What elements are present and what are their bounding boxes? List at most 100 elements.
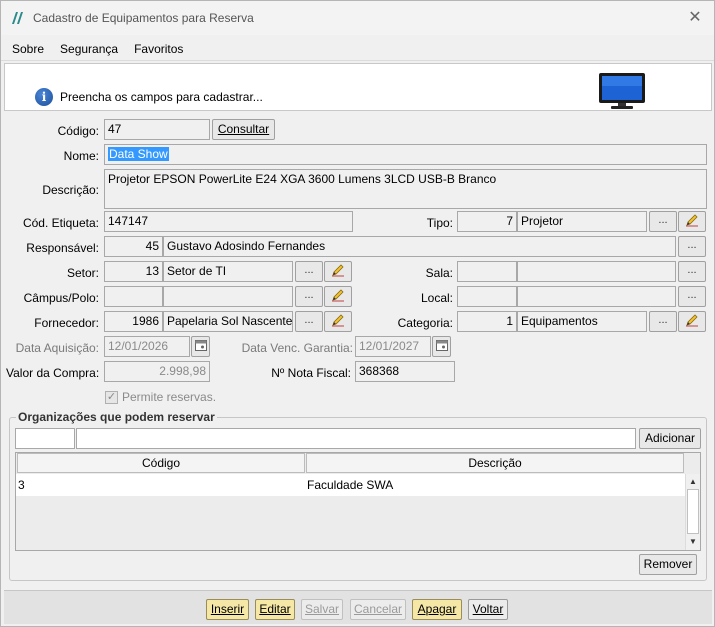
tipo-label: Tipo:	[426, 216, 453, 230]
tipo-search-button[interactable]: ...	[649, 211, 677, 232]
categoria-code-field[interactable]: 1	[457, 311, 517, 332]
categoria-search-button[interactable]: ...	[649, 311, 677, 332]
consultar-label: Consultar	[217, 122, 270, 136]
scroll-down-icon[interactable]: ▼	[688, 537, 698, 547]
inserir-button[interactable]: Inserir	[206, 599, 249, 620]
calendar-icon	[194, 340, 207, 351]
pencil-icon	[332, 264, 344, 277]
voltar-label: Voltar	[472, 602, 504, 616]
adicionar-button[interactable]: Adicionar	[639, 428, 701, 449]
categoria-edit-button[interactable]	[678, 311, 706, 332]
local-search-button[interactable]: ...	[678, 286, 706, 307]
data-aquisicao-field[interactable]: 12/01/2026	[104, 336, 190, 357]
nome-label: Nome:	[63, 149, 99, 163]
row-codigo: 3	[18, 478, 25, 492]
data-aquisicao-label: Data Aquisição:	[15, 341, 99, 355]
pencil-icon	[332, 314, 344, 327]
scroll-thumb[interactable]	[687, 489, 699, 534]
data-aquisicao-calendar-button[interactable]	[191, 336, 210, 357]
categoria-name-field[interactable]: Equipamentos	[517, 311, 647, 332]
tipo-code-field[interactable]: 7	[457, 211, 517, 232]
editar-label: Editar	[259, 602, 291, 616]
menu-sobre[interactable]: Sobre	[12, 42, 44, 56]
nome-field[interactable]: Data Show	[104, 144, 707, 165]
voltar-button[interactable]: Voltar	[468, 599, 508, 620]
pencil-icon	[686, 314, 698, 327]
valor-field[interactable]: 2.998,98	[104, 361, 210, 382]
data-garantia-label: Data Venc. Garantia:	[241, 341, 353, 355]
pencil-icon	[686, 214, 698, 227]
salvar-label: Salvar	[304, 602, 339, 616]
campus-code-field[interactable]	[104, 286, 163, 307]
tipo-name-field[interactable]: Projetor	[517, 211, 647, 232]
column-header-codigo[interactable]: Código	[17, 453, 305, 473]
menu-bar: Sobre Segurança Favoritos	[1, 37, 714, 61]
close-icon[interactable]: ✕	[686, 9, 704, 27]
data-garantia-field[interactable]: 12/01/2027	[355, 336, 431, 357]
salvar-button[interactable]: Salvar	[301, 599, 343, 620]
setor-code-field[interactable]: 13	[104, 261, 163, 282]
etiqueta-label: Cód. Etiqueta:	[22, 216, 99, 230]
menu-favoritos[interactable]: Favoritos	[134, 42, 183, 56]
apagar-label: Apagar	[417, 602, 457, 616]
valor-label: Valor da Compra:	[6, 366, 100, 380]
window-title: Cadastro de Equipamentos para Reserva	[33, 11, 254, 25]
fornecedor-label: Fornecedor:	[34, 316, 99, 330]
responsavel-search-button[interactable]: ...	[678, 236, 706, 257]
setor-edit-button[interactable]	[324, 261, 352, 282]
inserir-label: Inserir	[210, 602, 245, 616]
fornecedor-search-button[interactable]: ...	[295, 311, 323, 332]
table-row[interactable]: 3 Faculdade SWA	[16, 474, 686, 496]
column-header-descricao[interactable]: Descrição	[306, 453, 684, 473]
calendar-icon	[435, 340, 448, 351]
cancelar-button[interactable]: Cancelar	[350, 599, 406, 620]
editar-button[interactable]: Editar	[255, 599, 295, 620]
campus-search-button[interactable]: ...	[295, 286, 323, 307]
scroll-up-icon[interactable]: ▲	[688, 477, 698, 487]
menu-seguranca[interactable]: Segurança	[60, 42, 118, 56]
setor-search-button[interactable]: ...	[295, 261, 323, 282]
local-code-field[interactable]	[457, 286, 517, 307]
setor-name-field[interactable]: Setor de TI	[163, 261, 293, 282]
info-icon: i	[35, 88, 53, 106]
sala-name-field[interactable]	[517, 261, 676, 282]
local-label: Local:	[420, 291, 453, 305]
etiqueta-field[interactable]: 147147	[104, 211, 353, 232]
table-scrollbar[interactable]: ▲ ▼	[685, 474, 700, 550]
descricao-label: Descrição:	[42, 183, 99, 197]
codigo-label: Código:	[57, 124, 99, 138]
codigo-field[interactable]: 47	[104, 119, 210, 140]
nota-field[interactable]: 368368	[355, 361, 455, 382]
org-code-input[interactable]	[15, 428, 75, 449]
campus-label: Câmpus/Polo:	[23, 291, 99, 305]
descricao-field[interactable]: Projetor EPSON PowerLite E24 XGA 3600 Lu…	[104, 169, 707, 209]
fornecedor-name-field[interactable]: Papelaria Sol Nascente	[163, 311, 293, 332]
categoria-label: Categoria:	[397, 316, 453, 330]
app-logo-icon	[12, 12, 23, 24]
local-name-field[interactable]	[517, 286, 676, 307]
cancelar-label: Cancelar	[353, 602, 403, 616]
permite-reservas-checkbox[interactable]: ✓	[105, 390, 118, 404]
sala-code-field[interactable]	[457, 261, 517, 282]
fornecedor-code-field[interactable]: 1986	[104, 311, 163, 332]
consultar-button[interactable]: Consultar	[212, 119, 275, 140]
tipo-edit-button[interactable]	[678, 211, 706, 232]
responsavel-name-field[interactable]: Gustavo Adosindo Fernandes	[163, 236, 676, 257]
organizations-table: Código Descrição 3 Faculdade SWA ▲ ▼	[15, 452, 701, 551]
main-window: Cadastro de Equipamentos para Reserva ✕ …	[0, 0, 715, 627]
sala-search-button[interactable]: ...	[678, 261, 706, 282]
data-garantia-calendar-button[interactable]	[432, 336, 451, 357]
organizations-title: Organizações que podem reservar	[16, 410, 217, 424]
campus-name-field[interactable]	[163, 286, 293, 307]
responsavel-label: Responsável:	[26, 241, 99, 255]
apagar-button[interactable]: Apagar	[412, 599, 462, 620]
remover-button[interactable]: Remover	[639, 554, 697, 575]
header-message: Preencha os campos para cadastrar...	[60, 90, 263, 104]
sala-label: Sala:	[425, 266, 453, 280]
campus-edit-button[interactable]	[324, 286, 352, 307]
fornecedor-edit-button[interactable]	[324, 311, 352, 332]
header-panel: i Preencha os campos para cadastrar...	[4, 63, 712, 111]
responsavel-code-field[interactable]: 45	[104, 236, 163, 257]
org-name-input[interactable]	[76, 428, 636, 449]
permite-reservas-row: ✓ Permite reservas.	[105, 390, 216, 404]
